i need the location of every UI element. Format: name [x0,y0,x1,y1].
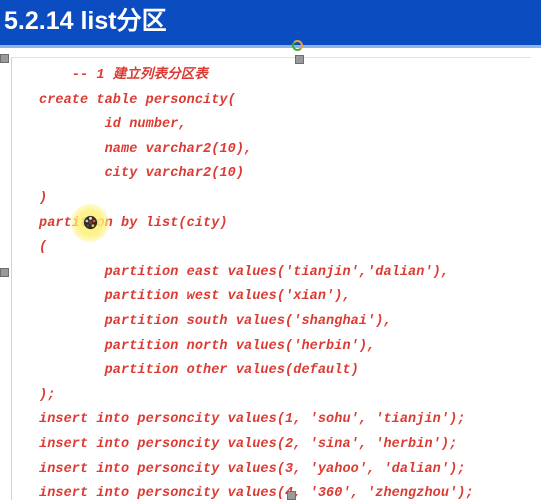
code-line: city varchar2(10) [39,166,245,182]
slide-title-underline [0,45,541,48]
code-line: insert into personcity values(3, 'yahoo'… [39,461,466,477]
code-line: partition east values('tianjin','dalian'… [39,264,450,280]
slide-title-text: 5.2.14 list分区 [4,7,167,35]
code-line: ) [39,190,48,206]
slide-canvas: 5.2.14 list分区 -- 1 建立列表分区表 create table p… [0,0,541,500]
resize-handle-middle-left[interactable] [0,268,9,277]
sql-code-block[interactable]: -- 1 建立列表分区表 create table personcity( id … [39,64,539,500]
code-line: name varchar2(10), [39,141,253,157]
rotate-circle-icon [292,40,303,51]
code-line: partition other values(default) [39,363,359,379]
rotate-handle-icon[interactable] [291,40,304,54]
code-line: insert into personcity values(2, 'sina',… [39,436,458,452]
resize-handle-top-middle[interactable] [295,55,304,64]
resize-handle-bottom-middle[interactable] [287,491,296,500]
code-line: partition west values('xian'), [39,289,351,305]
code-line: partition by list(city) [39,215,228,231]
resize-handle-top-left[interactable] [0,54,9,63]
code-line: ( [39,240,48,256]
code-line: id number, [39,117,187,133]
code-line: -- 1 建立列表分区表 [39,68,209,83]
code-line: partition north values('herbin'), [39,338,376,354]
code-line: ); [39,387,56,403]
code-line: create table personcity( [39,92,236,108]
code-line: insert into personcity values(1, 'sohu',… [39,412,466,428]
code-line: partition south values('shanghai'), [39,313,392,329]
